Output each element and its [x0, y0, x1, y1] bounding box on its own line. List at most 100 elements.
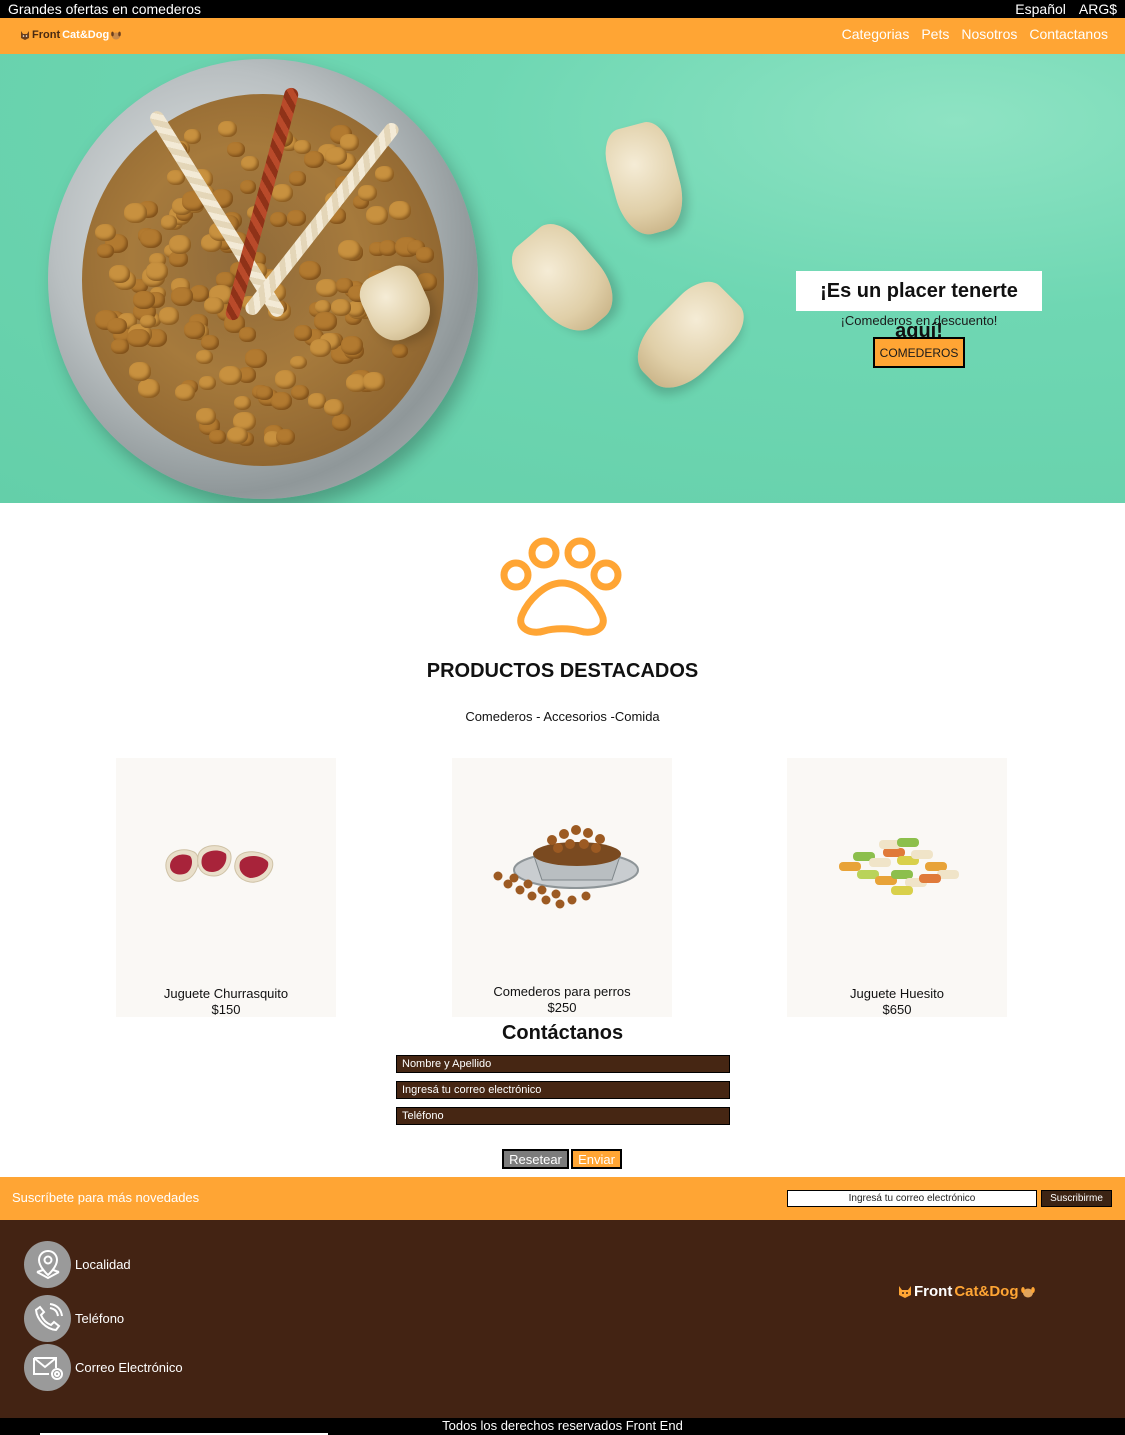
kibble-piece — [168, 234, 192, 255]
kibble-piece — [218, 365, 242, 386]
kibble-piece — [94, 223, 116, 242]
phone-icon — [24, 1294, 71, 1342]
copyright-text: Todos los derechos reservados Front End — [442, 1418, 683, 1433]
product-card[interactable]: Comederos para perros $250 — [452, 758, 672, 1017]
kibble-piece — [218, 120, 238, 137]
top-right-options: Español ARG$ — [1015, 0, 1117, 18]
kibble-piece — [340, 134, 360, 151]
kibble-piece — [276, 429, 296, 446]
logo-text-catdog: Cat&Dog — [954, 1283, 1019, 1300]
send-button[interactable]: Enviar — [571, 1149, 622, 1169]
kibble-piece — [124, 203, 148, 223]
footer-item-localidad[interactable]: Localidad — [24, 1240, 131, 1288]
bone-treats-image — [839, 838, 959, 895]
logo-text-front: Front — [914, 1283, 953, 1300]
kibble-piece — [140, 229, 163, 249]
kibble-piece — [240, 179, 257, 194]
kibble-piece — [287, 209, 307, 226]
dog-face-icon — [111, 31, 121, 39]
footer-item-label: Correo Electrónico — [75, 1359, 183, 1375]
footer: Localidad Teléfono Correo Electrónico Fr… — [0, 1220, 1125, 1418]
product-card[interactable]: Juguete Churrasquito $150 — [116, 758, 336, 1017]
kibble-piece — [226, 141, 245, 158]
nav-link-categorias[interactable]: Categorias — [842, 26, 910, 42]
kibble-piece — [107, 317, 127, 335]
kibble-piece — [96, 243, 114, 258]
kibble-piece — [239, 327, 256, 342]
kibble-piece — [227, 426, 249, 445]
cat-face-icon — [21, 30, 29, 40]
product-name: Comederos para perros — [493, 984, 631, 999]
paw-icon — [500, 537, 622, 636]
location-pin-icon — [24, 1240, 71, 1288]
footer-item-correo[interactable]: Correo Electrónico — [24, 1343, 183, 1391]
kibble-piece — [111, 339, 129, 354]
product-price: $650 — [882, 1002, 912, 1017]
kibble-piece — [337, 239, 361, 260]
footer-item-label: Localidad — [75, 1256, 131, 1272]
kibble-piece — [314, 312, 337, 332]
copyright-bar: Todos los derechos reservados Front End — [0, 1418, 1125, 1435]
kibble-piece — [109, 265, 130, 283]
nav-links: Categorias Pets Nosotros Contactanos — [842, 26, 1108, 42]
kibble-piece — [293, 139, 311, 155]
comederos-button[interactable]: COMEDEROS — [873, 337, 965, 368]
nav-link-contactanos[interactable]: Contactanos — [1029, 26, 1108, 42]
kibble-piece — [269, 212, 288, 228]
subscribe-email-input[interactable] — [787, 1190, 1037, 1207]
product-price: $150 — [211, 1002, 241, 1017]
kibble-piece — [365, 206, 389, 226]
kibble-piece — [270, 392, 292, 411]
name-field[interactable] — [396, 1055, 730, 1073]
currency-selector[interactable]: ARG$ — [1079, 0, 1117, 18]
kibble-piece — [145, 262, 169, 282]
product-card[interactable]: Juguete Huesito $650 — [787, 758, 1007, 1017]
hero-subtitle: ¡Comederos en descuento! — [840, 313, 998, 328]
kibble-piece — [137, 379, 160, 398]
kibble-piece — [331, 299, 352, 317]
rawhide-bone-image — [501, 213, 627, 345]
kibble-piece — [298, 260, 322, 280]
hero-title-card: ¡Es un placer tenerte aquí! — [796, 271, 1042, 342]
main-navbar: Front Cat&Dog Categorias Pets Nosotros Co… — [0, 18, 1125, 54]
kibble-piece — [196, 350, 214, 365]
kibble-piece — [256, 386, 273, 401]
kibble-piece — [331, 413, 352, 431]
top-announcement-bar: Grandes ofertas en comederos Español ARG… — [0, 0, 1125, 18]
phone-field[interactable] — [396, 1107, 730, 1125]
subscribe-label: Suscríbete para más novedades — [12, 1190, 200, 1205]
kibble-piece — [358, 184, 377, 201]
kibble-piece — [271, 184, 294, 203]
header-logo[interactable]: Front Cat&Dog — [20, 29, 121, 41]
footer-item-label: Teléfono — [75, 1310, 125, 1326]
footer-item-telefono[interactable]: Teléfono — [24, 1294, 125, 1342]
kibble-piece — [415, 247, 434, 263]
kibble-piece — [290, 384, 310, 401]
kibble-piece — [127, 328, 150, 348]
rawhide-bone-image — [598, 117, 692, 241]
subscribe-bar: Suscríbete para más novedades Suscribirm… — [0, 1177, 1125, 1220]
kibble-piece — [375, 165, 395, 182]
dog-bowl-image — [493, 825, 639, 909]
nav-link-nosotros[interactable]: Nosotros — [961, 26, 1017, 42]
kibble-piece — [323, 398, 345, 417]
kibble-piece — [244, 348, 267, 368]
promo-text: Grandes ofertas en comederos — [8, 1, 201, 17]
footer-logo[interactable]: Front Cat&Dog — [898, 1283, 1035, 1300]
reset-button[interactable]: Resetear — [502, 1149, 569, 1169]
featured-title: PRODUCTOS DESTACADOS — [426, 660, 699, 682]
subscribe-button[interactable]: Suscribirme — [1041, 1190, 1112, 1207]
dog-face-icon — [1020, 1286, 1035, 1297]
kibble-piece — [309, 338, 331, 357]
email-field[interactable] — [396, 1081, 730, 1099]
language-selector[interactable]: Español — [1015, 0, 1066, 18]
nav-link-pets[interactable]: Pets — [921, 26, 949, 42]
kibble-piece — [174, 384, 196, 402]
kibble-piece — [303, 150, 325, 169]
kibble-piece — [209, 430, 226, 445]
kibble-piece — [391, 343, 409, 358]
kibble-piece — [241, 156, 260, 172]
kibble-piece — [362, 372, 386, 392]
kibble-piece — [196, 407, 216, 425]
product-name: Juguete Churrasquito — [163, 986, 289, 1001]
